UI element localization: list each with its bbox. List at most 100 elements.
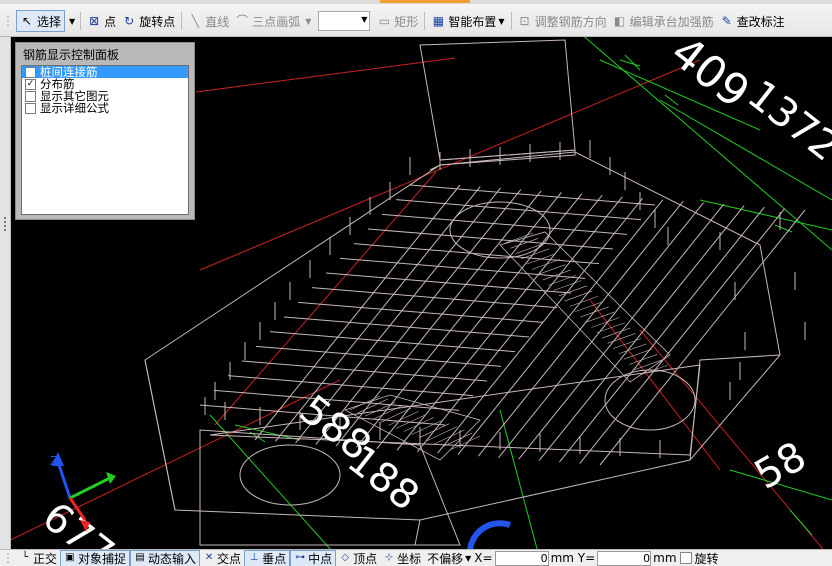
diagonal-connecting-rebar (345, 232, 670, 460)
line-label: 直线 (205, 13, 229, 30)
ortho-label: 正交 (33, 550, 57, 566)
x-input[interactable]: 0 (495, 551, 549, 566)
x-value: 0 (541, 552, 548, 565)
point-label: 点 (104, 13, 116, 30)
point-icon: ⊠ (87, 14, 101, 28)
edit-cap-rebar-label: 编辑承台加强筋 (630, 13, 714, 30)
snap-icon: ▣ (64, 552, 76, 564)
edit-cap-icon: ◧ (613, 14, 627, 28)
midpoint-label: 中点 (308, 550, 332, 566)
edit-cap-rebar-button[interactable]: ◧ 编辑承台加强筋 (610, 10, 717, 32)
chevron-down-icon: ▼ (305, 17, 311, 26)
vertex-icon: ◇ (339, 552, 351, 564)
toolbar-divider (424, 12, 425, 30)
offset-label: 不偏移 (427, 550, 463, 566)
rotate-point-label: 旋转点 (139, 13, 175, 30)
select-button[interactable]: ↖ 选择 (16, 10, 65, 32)
dynamic-input-toggle[interactable]: ▤ 动态输入 (130, 550, 200, 566)
line-button[interactable]: ╲ 直线 (185, 10, 232, 32)
main-toolbar: ⋮ ↖ 选择 ▼ ⊠ 点 ↻ 旋转点 ╲ 直线 ⌒ 三点画弧 ▼ ▼ ▭ 矩形 (0, 0, 832, 37)
view-orbit-arc (470, 523, 510, 549)
ortho-icon: └ (19, 552, 31, 564)
cursor-icon: ↖ (20, 14, 34, 28)
y-label: mm Y= (551, 551, 596, 565)
rotate-checkbox[interactable] (680, 552, 692, 564)
toolbar-divider (511, 12, 512, 30)
vertex-snap[interactable]: ◇ 顶点 (336, 551, 380, 566)
checkbox[interactable] (25, 103, 36, 114)
unit-label: mm (653, 551, 676, 565)
rect-button[interactable]: ▭ 矩形 (374, 10, 421, 32)
chevron-down-icon: ▼ (361, 15, 367, 24)
status-bar: ⋮ └ 正交 ▣ 对象捕捉 ▤ 动态输入 ✕ 交点 ⊥ 垂点 ⊶ 中点 ◇ 顶点… (0, 549, 832, 566)
select-label: 选择 (37, 13, 61, 30)
checkbox[interactable] (25, 67, 36, 78)
option-show-detailed-formula[interactable]: 显示详细公式 (22, 102, 188, 114)
adjust-direction-icon: ⊡ (518, 14, 532, 28)
snap-label: 对象捕捉 (78, 550, 126, 566)
grid-layout-icon: ▦ (431, 14, 445, 28)
statusbar-grip: ⋮ (0, 551, 16, 566)
panel-title: 钢筋显示控制面板 (23, 46, 119, 63)
x-label: X= (474, 551, 492, 565)
dimension-1372: 1372 (739, 72, 832, 171)
y-input[interactable]: 0 (597, 551, 651, 566)
annotation-icon: ✎ (720, 14, 734, 28)
rebar-display-panel: 钢筋显示控制面板 桩间连接筋 ✓ 分布筋 显示其它图元 显示详细公式 (15, 42, 195, 220)
point-button[interactable]: ⊠ 点 (84, 10, 119, 32)
perpendicular-icon: ⊥ (248, 552, 260, 564)
select-dropdown-button[interactable]: ▼ (65, 10, 77, 32)
dimension-58: 58 (747, 433, 814, 498)
active-tab-indicator (380, 0, 470, 3)
checkbox-checked[interactable]: ✓ (25, 79, 36, 90)
toolbar-divider (80, 12, 81, 30)
y-value: 0 (643, 552, 650, 565)
checkbox[interactable] (25, 91, 36, 102)
dynamic-input-label: 动态输入 (148, 550, 196, 566)
rotate-label: 旋转 (695, 550, 719, 566)
axis-z-label: Z (50, 454, 58, 468)
chevron-down-icon: ▼ (465, 554, 471, 563)
toolbar-grip: ⋮ (0, 10, 16, 32)
toolbar-top-strip (0, 0, 832, 4)
rebar-grid (200, 140, 805, 465)
arc-button[interactable]: ⌒ 三点画弧 ▼ (232, 10, 314, 32)
adjust-rebar-direction-button[interactable]: ⊡ 调整钢筋方向 (515, 10, 610, 32)
coord-label: 坐标 (397, 550, 421, 566)
grip-dot (4, 221, 6, 223)
vertex-label: 顶点 (353, 550, 377, 566)
intersect-label: 交点 (217, 550, 241, 566)
object-snap-toggle[interactable]: ▣ 对象捕捉 (60, 550, 130, 566)
coord-snap[interactable]: ⊹ 坐标 (380, 551, 424, 566)
intersect-icon: ✕ (203, 552, 215, 564)
smart-layout-button[interactable]: ▦ 智能布置 ▼ (428, 10, 507, 32)
ortho-toggle[interactable]: └ 正交 (16, 551, 60, 566)
style-combo[interactable]: ▼ (318, 11, 370, 31)
arc-label: 三点画弧 (252, 13, 300, 30)
check-annotation-label: 查改标注 (737, 13, 785, 30)
grip-dot (4, 229, 6, 231)
rotate-point-button[interactable]: ↻ 旋转点 (119, 10, 178, 32)
grip-dot (4, 217, 6, 219)
dynamic-input-icon: ▤ (134, 552, 146, 564)
chevron-down-icon: ▼ (498, 17, 504, 26)
option-label: 显示详细公式 (40, 102, 109, 114)
grip-dot (4, 225, 6, 227)
midpoint-icon: ⊶ (294, 552, 306, 564)
dimension-677: 677 (34, 494, 122, 549)
rotate-point-icon: ↻ (122, 14, 136, 28)
intersect-snap[interactable]: ✕ 交点 (200, 551, 244, 566)
perpendicular-snap[interactable]: ⊥ 垂点 (244, 550, 290, 566)
midpoint-snap[interactable]: ⊶ 中点 (290, 550, 336, 566)
arc-icon: ⌒ (235, 14, 249, 28)
pile-cap-wireframe (145, 40, 780, 545)
rebar-option-list: 桩间连接筋 ✓ 分布筋 显示其它图元 显示详细公式 (21, 65, 189, 215)
adjust-rebar-direction-label: 调整钢筋方向 (535, 13, 607, 30)
check-annotation-button[interactable]: ✎ 查改标注 (717, 10, 788, 32)
perpendicular-label: 垂点 (262, 550, 286, 566)
left-splitter[interactable] (0, 37, 11, 549)
toolbar-divider (181, 12, 182, 30)
rect-label: 矩形 (394, 13, 418, 30)
offset-select[interactable]: 不偏移 ▼ (424, 551, 474, 566)
line-icon: ╲ (188, 14, 202, 28)
